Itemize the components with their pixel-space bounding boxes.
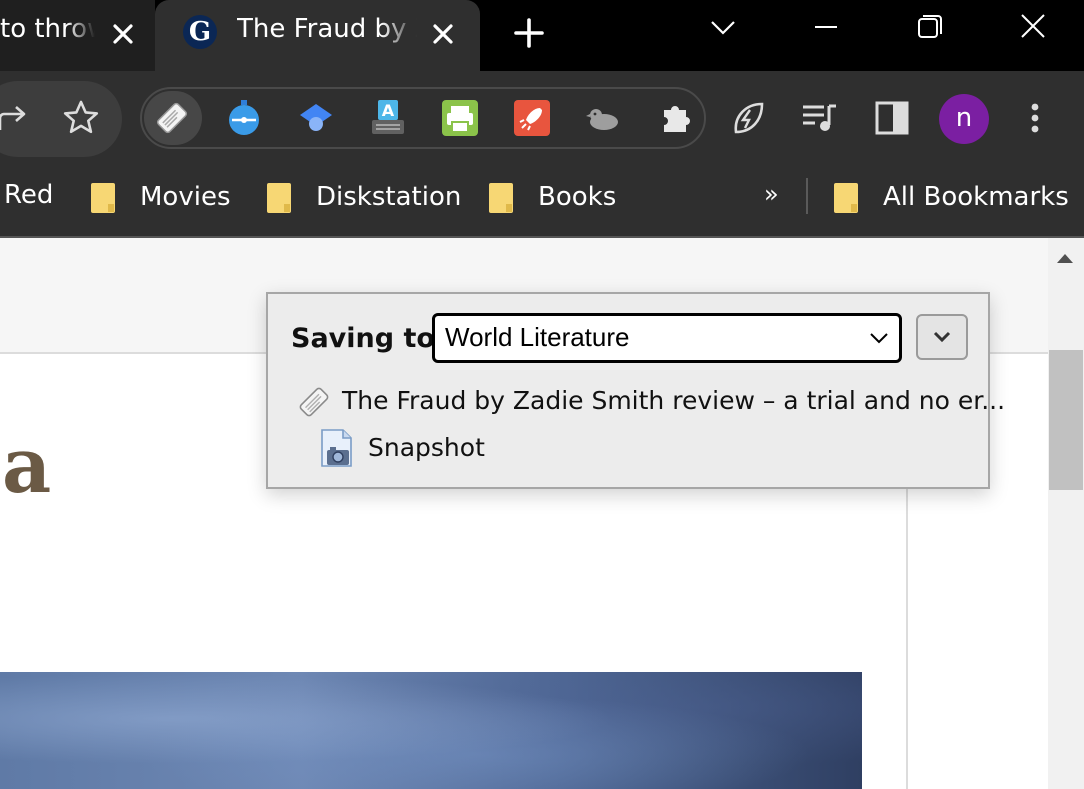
folder-icon — [267, 183, 291, 213]
tab-search-chevron-icon[interactable] — [703, 10, 743, 46]
tab-inactive[interactable]: to throw — [0, 0, 155, 71]
bookmarks-overflow-button[interactable]: » — [764, 180, 779, 216]
svg-text:A: A — [382, 101, 395, 120]
bird-extension-icon[interactable] — [584, 98, 624, 138]
bookmarks-separator — [806, 178, 808, 214]
bookmarks-bar: Red Movies Diskstation Books » All Bookm… — [0, 166, 1084, 238]
chevron-down-icon — [933, 331, 951, 343]
expand-collection-tree-button[interactable] — [916, 314, 968, 360]
timer-extension-icon[interactable] — [224, 98, 264, 138]
scholar-extension-icon[interactable] — [296, 98, 336, 138]
tab-strip: to throw G The Fraud by Z — [0, 0, 1084, 71]
tab-title: to throw — [0, 14, 95, 44]
guardian-g-icon: G — [183, 15, 217, 49]
tab-title: The Fraud by Z — [237, 14, 417, 44]
profile-avatar[interactable]: n — [939, 94, 989, 144]
folder-icon — [834, 183, 858, 213]
bookmark-label: Books — [538, 182, 617, 212]
scroll-up-arrow-icon[interactable] — [1057, 254, 1073, 263]
media-playlist-icon[interactable] — [800, 98, 840, 138]
article-hero-image — [0, 672, 862, 789]
window-close-icon[interactable] — [1013, 10, 1053, 46]
saving-to-label: Saving to — [291, 323, 435, 354]
extensions-puzzle-icon[interactable] — [656, 98, 696, 138]
collection-select-value: World Literature — [445, 322, 630, 352]
kebab-menu-icon[interactable] — [1015, 98, 1055, 138]
tab-active[interactable]: G The Fraud by Z — [155, 0, 480, 71]
bookmark-star-icon[interactable] — [61, 98, 101, 138]
chevron-down-icon — [870, 333, 888, 344]
saved-item-row: The Fraud by Zadie Smith review – a tria… — [296, 384, 1005, 420]
browser-toolbar: A — [0, 71, 1084, 166]
translate-extension-icon[interactable]: A — [368, 98, 408, 138]
zotero-save-popup: Saving to World Literature The Fraud by … — [266, 292, 1005, 489]
bookmark-label: Diskstation — [316, 182, 462, 212]
collection-select[interactable]: World Literature — [432, 313, 902, 363]
leaf-performance-icon[interactable] — [728, 98, 768, 138]
snapshot-icon — [321, 429, 352, 467]
attachment-row: Snapshot — [319, 428, 619, 468]
bookmark-label: Movies — [140, 182, 231, 212]
folder-icon — [489, 183, 513, 213]
overflow-chevron-icon: » — [764, 180, 779, 208]
close-tab-icon[interactable] — [108, 19, 138, 49]
bookmark-item[interactable]: Red — [4, 180, 53, 216]
saved-item-title: The Fraud by Zadie Smith review – a tria… — [342, 386, 1006, 415]
scrollbar-thumb[interactable] — [1049, 350, 1083, 490]
zotero-connector-icon[interactable] — [152, 98, 192, 138]
rocket-extension-icon[interactable] — [512, 98, 552, 138]
print-friendly-icon[interactable] — [440, 98, 480, 138]
page-scrollbar[interactable] — [1048, 238, 1084, 789]
attachment-label: Snapshot — [368, 433, 485, 462]
bookmark-label: All Bookmarks — [883, 182, 1069, 212]
bookmark-label: Red — [4, 180, 54, 210]
minimize-icon[interactable] — [806, 10, 846, 46]
restore-icon[interactable] — [910, 10, 950, 46]
close-tab-icon[interactable] — [428, 19, 458, 49]
side-panel-icon[interactable] — [872, 98, 912, 138]
new-tab-plus-icon[interactable] — [512, 16, 546, 50]
webpage-item-icon — [299, 387, 329, 417]
folder-icon — [91, 183, 115, 213]
share-icon[interactable] — [0, 98, 34, 138]
article-headline-fragment: a — [2, 421, 52, 510]
